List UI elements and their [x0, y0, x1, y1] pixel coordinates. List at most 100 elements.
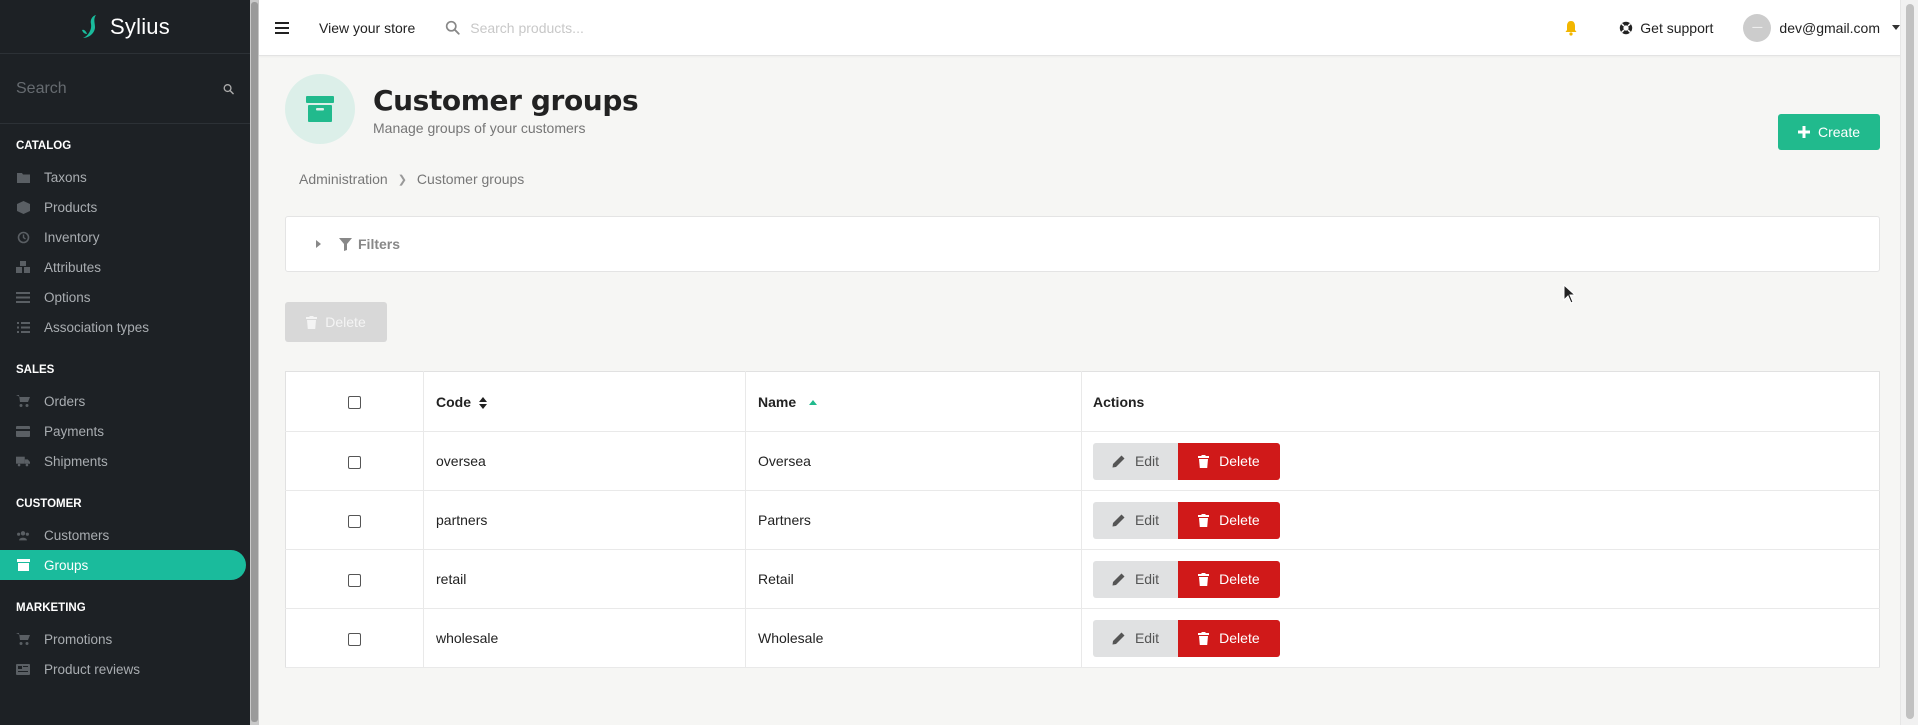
sidebar-item-label: Taxons: [44, 169, 87, 185]
row-select-cell: [285, 549, 424, 609]
row-checkbox[interactable]: [348, 514, 361, 528]
table-header-row: Code Name Actions: [285, 371, 1880, 432]
main-content: Customer groups Manage groups of your cu…: [285, 56, 1880, 668]
product-search-input[interactable]: [470, 19, 771, 36]
sidebar-item-label: Payments: [44, 423, 105, 439]
sylius-logo-icon: [82, 14, 97, 38]
code-cell: wholesale: [423, 608, 746, 668]
sidebar-item-customers[interactable]: Customers: [0, 520, 250, 550]
list-icon: [16, 320, 30, 334]
sidebar-item-label: Orders: [44, 393, 86, 409]
column-name-label: Name: [758, 393, 797, 410]
search-icon: [446, 20, 460, 35]
search-icon[interactable]: [223, 80, 234, 98]
topbar-right: Get support — dev@gmail.com: [1563, 0, 1918, 56]
column-header-name[interactable]: Name: [745, 371, 1082, 432]
logo[interactable]: Sylius: [0, 0, 250, 54]
edit-button-label: Edit: [1134, 630, 1160, 646]
delete-button[interactable]: Delete: [1177, 501, 1280, 539]
sidebar-item-groups[interactable]: Groups: [0, 550, 246, 580]
breadcrumb-administration[interactable]: Administration: [299, 171, 388, 187]
column-actions-label: Actions: [1093, 393, 1145, 410]
delete-button-label: Delete: [1219, 453, 1260, 469]
filter-icon: [339, 237, 352, 251]
options-icon: [16, 290, 30, 304]
pencil-icon: [1112, 455, 1125, 467]
edit-button-label: Edit: [1134, 453, 1160, 469]
page-scrollbar-thumb[interactable]: [1906, 4, 1914, 719]
mouse-cursor-icon: [1563, 284, 1577, 304]
edit-button-label: Edit: [1134, 512, 1160, 528]
edit-button[interactable]: Edit: [1093, 442, 1178, 480]
edit-button[interactable]: Edit: [1093, 560, 1178, 598]
page-title: Customer groups: [373, 84, 639, 117]
trash-icon: [1198, 513, 1210, 527]
sidebar-item-products[interactable]: Products: [0, 192, 250, 222]
delete-button-label: Delete: [1219, 571, 1260, 587]
sidebar-item-attributes[interactable]: Attributes: [0, 252, 250, 282]
delete-button[interactable]: Delete: [1177, 619, 1280, 657]
pencil-icon: [1112, 573, 1125, 585]
sidebar-item-label: Product reviews: [44, 661, 141, 677]
sidebar-item-inventory[interactable]: Inventory: [0, 222, 250, 252]
select-all-checkbox[interactable]: [348, 396, 361, 410]
sidebar-scrollbar-thumb[interactable]: [251, 2, 258, 722]
actions-cell: Edit Delete: [1081, 549, 1880, 609]
row-checkbox[interactable]: [348, 455, 361, 469]
top-search: [445, 19, 771, 36]
sidebar-item-orders[interactable]: Orders: [0, 386, 250, 416]
name-cell: Wholesale: [745, 608, 1082, 668]
sidebar-section-customer: CUSTOMER: [16, 498, 82, 510]
bell-icon[interactable]: [1563, 20, 1579, 36]
hamburger-icon: [275, 21, 289, 34]
code-cell: retail: [423, 549, 746, 609]
sidebar-item-promotions[interactable]: Promotions: [0, 624, 250, 654]
sidebar: Sylius CATALOG Taxons Products Inventory…: [0, 0, 250, 725]
row-checkbox[interactable]: [348, 632, 361, 646]
sidebar-item-taxons[interactable]: Taxons: [0, 162, 250, 192]
user-email: dev@gmail.com: [1779, 19, 1880, 36]
delete-button[interactable]: Delete: [1177, 442, 1280, 480]
get-support-label: Get support: [1640, 19, 1714, 36]
sidebar-item-product-reviews[interactable]: Product reviews: [0, 654, 250, 684]
edit-button[interactable]: Edit: [1093, 501, 1178, 539]
sidebar-search: [0, 54, 250, 124]
sidebar-search-input[interactable]: [16, 79, 223, 98]
create-button[interactable]: Create: [1778, 114, 1880, 150]
customer-groups-table: Code Name Actions oversea Oversea Edit D…: [285, 371, 1880, 668]
edit-button-label: Edit: [1134, 571, 1160, 587]
breadcrumb-current: Customer groups: [416, 171, 525, 187]
folder-icon: [16, 170, 30, 184]
sidebar-item-options[interactable]: Options: [0, 282, 250, 312]
sidebar-scrollbar[interactable]: [250, 0, 259, 725]
user-menu[interactable]: — dev@gmail.com: [1743, 13, 1900, 42]
sidebar-item-label: Customers: [44, 527, 110, 543]
sidebar-item-shipments[interactable]: Shipments: [0, 446, 250, 476]
row-checkbox[interactable]: [348, 573, 361, 587]
view-store-link[interactable]: View your store: [319, 20, 415, 36]
get-support-link[interactable]: Get support: [1619, 20, 1713, 36]
actions-cell: Edit Delete: [1081, 431, 1880, 491]
menu-toggle-button[interactable]: [259, 0, 305, 56]
truck-icon: [16, 454, 30, 468]
sidebar-item-payments[interactable]: Payments: [0, 416, 250, 446]
sidebar-item-label: Attributes: [44, 259, 102, 275]
archive-icon: [16, 558, 30, 572]
filters-accordion[interactable]: Filters: [285, 216, 1880, 272]
caret-down-icon: [1892, 25, 1900, 30]
page-scrollbar[interactable]: [1900, 0, 1918, 725]
sidebar-item-label: Inventory: [44, 229, 100, 245]
pencil-icon: [1112, 514, 1125, 526]
chevron-right-icon: ❯: [397, 173, 407, 186]
delete-button[interactable]: Delete: [1177, 560, 1280, 598]
table-row: partners Partners Edit Delete: [285, 490, 1880, 550]
users-icon: [16, 528, 30, 542]
bulk-delete-button[interactable]: Delete: [285, 302, 387, 342]
sidebar-item-association-types[interactable]: Association types: [0, 312, 250, 342]
page-subtitle: Manage groups of your customers: [373, 120, 586, 136]
edit-button[interactable]: Edit: [1093, 619, 1178, 657]
table-row: oversea Oversea Edit Delete: [285, 431, 1880, 491]
actions-cell: Edit Delete: [1081, 608, 1880, 668]
column-header-code[interactable]: Code: [423, 371, 746, 432]
name-cell: Partners: [745, 490, 1082, 550]
